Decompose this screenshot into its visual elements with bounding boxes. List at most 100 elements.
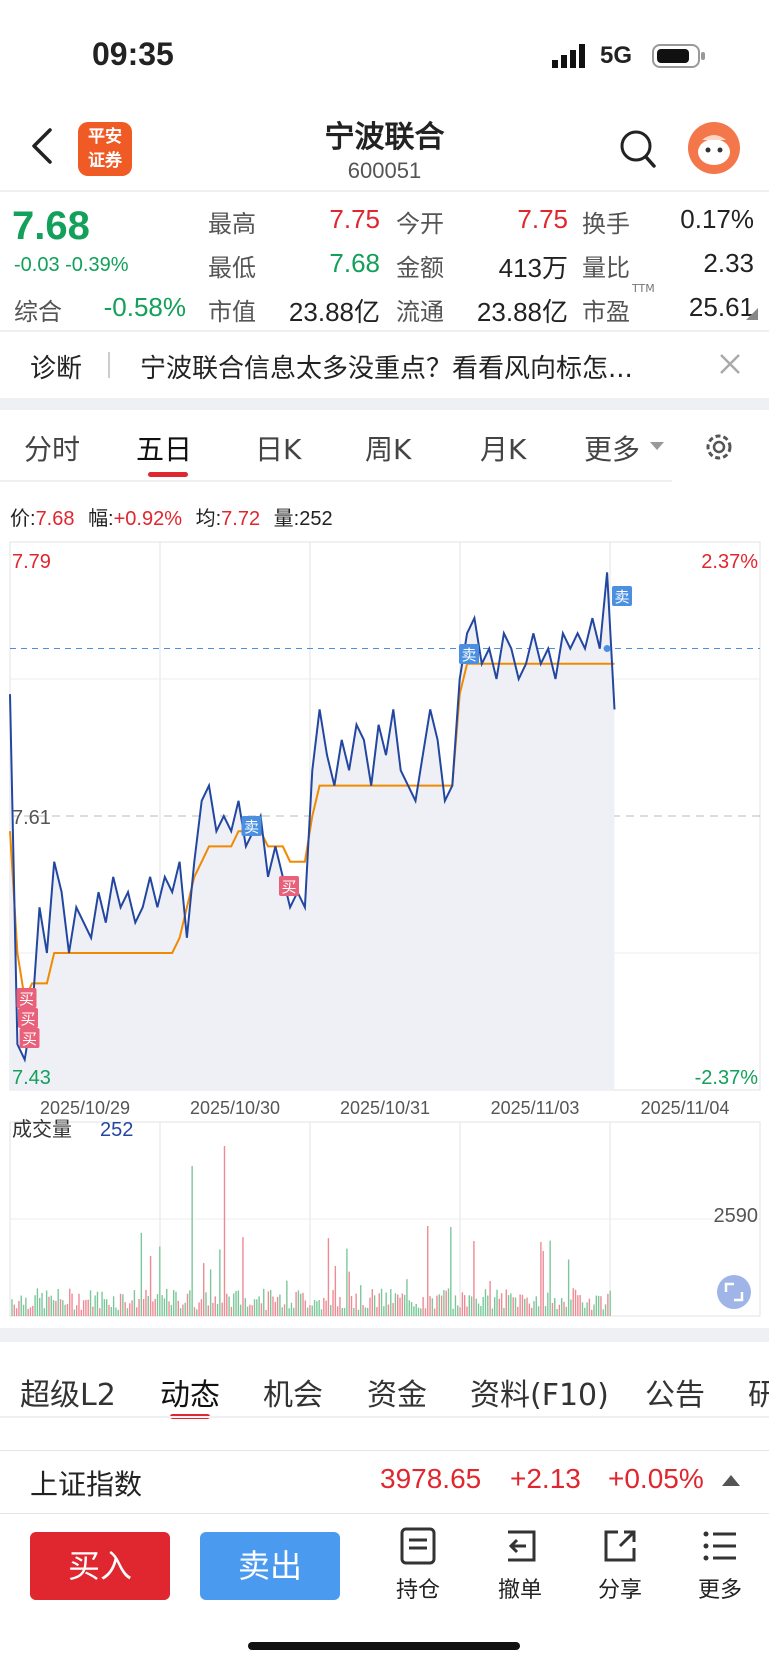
volume-label: 成交量 bbox=[12, 1117, 72, 1141]
volume-max-label: 2590 bbox=[714, 1205, 759, 1227]
quote-value-volume-ratio: 2.33 bbox=[703, 248, 754, 278]
holdings-button[interactable]: 持仓 bbox=[388, 1526, 448, 1604]
tab-news[interactable]: 动态 bbox=[160, 1370, 220, 1414]
settings-gear-icon[interactable] bbox=[702, 430, 736, 468]
tab-intraday[interactable]: 分时 bbox=[24, 428, 80, 468]
sell-marker-label: 卖 bbox=[244, 818, 259, 836]
tab-daily-k[interactable]: 日K bbox=[255, 428, 301, 468]
fullscreen-icon bbox=[717, 1275, 751, 1309]
expand-corner-icon[interactable] bbox=[746, 308, 758, 320]
x-date-label: 2025/10/30 bbox=[190, 1098, 280, 1118]
y-label-top: 7.79 bbox=[12, 551, 51, 573]
cancel-order-button[interactable]: 撤单 bbox=[490, 1526, 550, 1604]
quote-label-turnover: 换手 bbox=[582, 210, 630, 238]
home-indicator bbox=[248, 1642, 520, 1650]
search-icon[interactable] bbox=[618, 128, 658, 174]
quote-value-amount: 413万 bbox=[498, 253, 568, 283]
close-icon[interactable] bbox=[718, 352, 742, 380]
battery-icon bbox=[652, 42, 708, 74]
tab-opportunity[interactable]: 机会 bbox=[263, 1370, 323, 1414]
share-button[interactable]: 分享 bbox=[590, 1526, 650, 1604]
x-date-label: 2025/11/03 bbox=[491, 1098, 580, 1118]
quote-label-volume-ratio: 量比 bbox=[582, 254, 630, 282]
quote-label-open: 今开 bbox=[396, 210, 444, 238]
five-day-chart[interactable]: 买买买卖买卖卖7.797.617.432.37%-2.37%2025/10/29… bbox=[0, 540, 769, 1320]
diagnosis-bar[interactable]: 诊断 宁波联合信息太多没重点？看看风向标怎... bbox=[0, 332, 769, 396]
index-bar[interactable]: 上证指数 3978.65 +2.13 +0.05% bbox=[0, 1450, 769, 1514]
quote-value-float-cap: 23.88亿 bbox=[476, 297, 568, 327]
assistant-avatar-icon[interactable] bbox=[688, 122, 740, 174]
info-vol: 252 bbox=[299, 508, 333, 530]
price-area bbox=[10, 572, 615, 1090]
undo-icon bbox=[508, 1530, 536, 1562]
share-icon bbox=[604, 1530, 636, 1562]
more-button[interactable]: 更多 bbox=[690, 1526, 750, 1604]
diagnosis-label: 诊断 bbox=[30, 354, 83, 384]
active-tab-indicator bbox=[148, 472, 188, 477]
x-date-label: 2025/10/31 bbox=[340, 1098, 430, 1118]
info-avg: 7.72 bbox=[221, 508, 261, 530]
holdings-label: 持仓 bbox=[395, 1578, 440, 1603]
tab-research[interactable]: 研 bbox=[748, 1370, 769, 1414]
buy-marker-label: 买 bbox=[281, 878, 296, 896]
sell-button[interactable]: 卖出 bbox=[200, 1532, 340, 1600]
chevron-down-icon[interactable] bbox=[650, 442, 664, 450]
x-date-label: 2025/10/29 bbox=[40, 1098, 130, 1118]
pct-label-bottom: -2.37% bbox=[695, 1067, 759, 1089]
cancel-order-label: 撤单 bbox=[497, 1578, 542, 1603]
quote-label-float-cap: 流通 bbox=[396, 298, 444, 326]
tab-weekly-k[interactable]: 周K bbox=[365, 428, 411, 468]
composite-value: -0.58% bbox=[103, 292, 186, 322]
quote-label-market-cap: 市值 bbox=[208, 298, 256, 326]
current-price: 7.68 bbox=[12, 204, 90, 248]
quote-value-high: 7.75 bbox=[329, 204, 380, 234]
index-pct: +0.05% bbox=[608, 1463, 704, 1494]
info-price: 7.68 bbox=[35, 508, 75, 530]
signal-icon bbox=[552, 44, 590, 68]
tab-monthly-k[interactable]: 月K bbox=[480, 428, 526, 468]
sell-marker-label: 卖 bbox=[461, 646, 476, 664]
volume-current: 252 bbox=[100, 1119, 133, 1141]
tab-f10[interactable]: 资料(F10) bbox=[470, 1370, 609, 1414]
x-date-label: 2025/11/04 bbox=[641, 1098, 730, 1118]
y-label-mid: 7.61 bbox=[12, 807, 51, 829]
sell-marker-label: 卖 bbox=[614, 588, 629, 606]
tab-super-l2[interactable]: 超级L2 bbox=[20, 1370, 116, 1414]
index-name: 上证指数 bbox=[30, 1468, 143, 1501]
pct-label-top: 2.37% bbox=[701, 551, 758, 573]
more-label: 更多 bbox=[697, 1578, 742, 1603]
info-amp-label: 幅: bbox=[88, 508, 114, 530]
y-label-bottom: 7.43 bbox=[12, 1067, 51, 1089]
tab-announcement[interactable]: 公告 bbox=[645, 1370, 705, 1414]
quote-value-market-cap: 23.88亿 bbox=[288, 297, 380, 327]
tab-funds[interactable]: 资金 bbox=[367, 1370, 427, 1414]
menu-icon bbox=[703, 1531, 736, 1561]
quote-value-low: 7.68 bbox=[329, 248, 380, 278]
buy-button[interactable]: 买入 bbox=[30, 1532, 170, 1600]
buy-marker-label: 买 bbox=[20, 1010, 35, 1028]
diagnosis-text: 宁波联合信息太多没重点？看看风向标怎... bbox=[140, 354, 633, 384]
quote-value-open: 7.75 bbox=[517, 204, 568, 234]
current-point bbox=[603, 645, 611, 653]
price-change: -0.03 -0.39% bbox=[14, 254, 129, 276]
caret-up-icon[interactable] bbox=[722, 1475, 740, 1486]
quote-label-amount: 金额 bbox=[396, 254, 444, 282]
quote-value-turnover: 0.17% bbox=[680, 204, 754, 234]
index-value: 3978.65 bbox=[380, 1463, 482, 1494]
buy-marker-label: 买 bbox=[19, 990, 34, 1008]
document-icon bbox=[400, 1527, 436, 1565]
info-price-label: 价: bbox=[10, 508, 36, 530]
share-label: 分享 bbox=[597, 1578, 642, 1603]
tab-five-day[interactable]: 五日 bbox=[136, 428, 192, 468]
quote-label-high: 最高 bbox=[208, 210, 256, 238]
index-change: +2.13 bbox=[510, 1463, 581, 1494]
info-bar: 价:7.68 幅:+0.92% 均:7.72 量:252 bbox=[10, 502, 333, 531]
quote-value-pe: 25.61 bbox=[688, 292, 754, 322]
quote-label-low: 最低 bbox=[208, 254, 256, 282]
info-amp: +0.92% bbox=[113, 508, 183, 530]
quote-label-pe: 市盈 bbox=[582, 298, 630, 326]
divider bbox=[108, 352, 110, 378]
info-vol-label: 量: bbox=[273, 508, 300, 530]
info-avg-label: 均: bbox=[195, 508, 222, 530]
tab-more[interactable]: 更多 bbox=[584, 428, 640, 468]
